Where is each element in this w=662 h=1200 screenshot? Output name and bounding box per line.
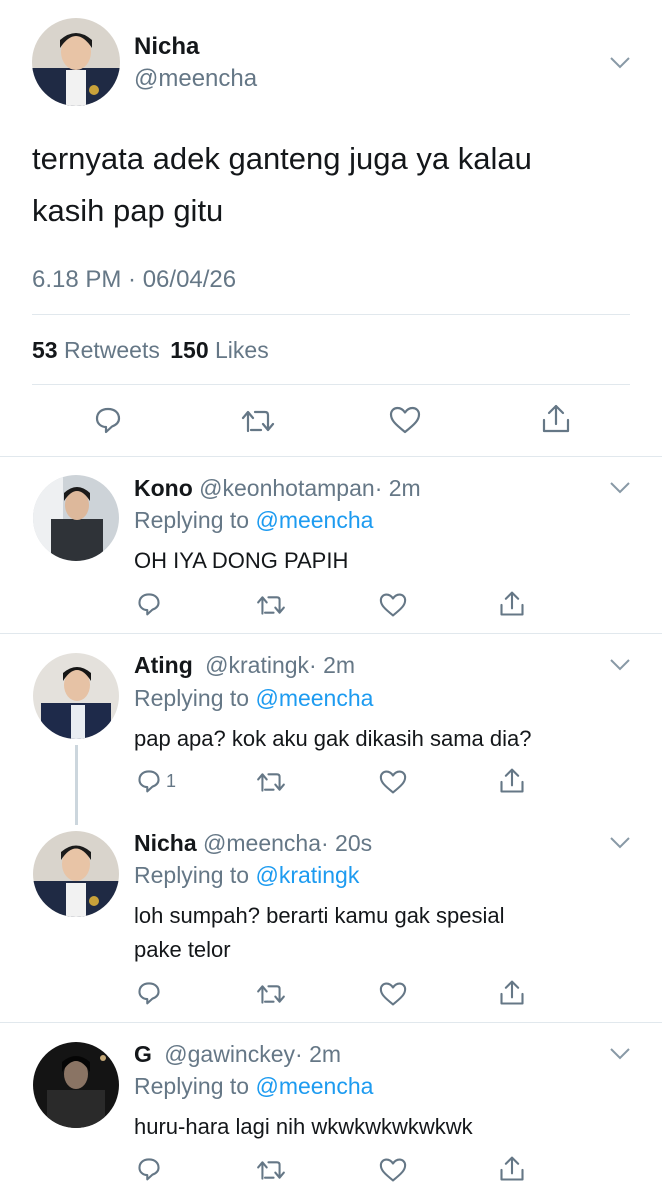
like-icon[interactable]: [379, 769, 407, 795]
thread-line: [75, 745, 78, 825]
reply-icon[interactable]: [136, 591, 162, 617]
likes-label[interactable]: Likes: [215, 337, 269, 363]
reply-author-handle[interactable]: @kratingk: [205, 652, 309, 678]
divider: [32, 314, 630, 315]
reply-header: G @gawinckey· 2m: [134, 1041, 341, 1068]
retweet-icon[interactable]: [256, 593, 286, 617]
replying-to-prefix: Replying to: [134, 862, 250, 888]
replying-to-prefix: Replying to: [134, 507, 250, 533]
retweets-label[interactable]: Retweets: [64, 337, 160, 363]
replying-to-handle[interactable]: @meencha: [255, 685, 373, 711]
replying-to: Replying to @meencha: [134, 507, 373, 534]
chevron-down-icon[interactable]: [609, 481, 631, 495]
avatar[interactable]: [33, 831, 119, 917]
retweets-count[interactable]: 53: [32, 337, 58, 363]
reply-author-name[interactable]: Nicha: [134, 830, 197, 856]
like-icon[interactable]: [379, 981, 407, 1007]
share-icon[interactable]: [498, 979, 526, 1007]
reply-text: huru-hara lagi nih wkwkwkwkwkwk: [134, 1114, 473, 1139]
tweet-text-line1: ternyata adek ganteng juga ya kalau: [32, 141, 532, 176]
author-handle[interactable]: @meencha: [134, 65, 257, 93]
reply-time[interactable]: · 20s: [321, 830, 372, 856]
replying-to-prefix: Replying to: [134, 685, 250, 711]
replying-to-handle[interactable]: @kratingk: [255, 862, 359, 888]
reply-text-line2: pake telor: [134, 937, 231, 962]
share-icon[interactable]: [498, 767, 526, 795]
reply-header: Kono @keonhotampan· 2m: [134, 475, 421, 502]
reply-text: pap apa? kok aku gak dikasih sama dia?: [134, 726, 532, 751]
reply-time[interactable]: · 2m: [295, 1041, 341, 1067]
reply-header: Nicha @meencha· 20s: [134, 830, 372, 857]
chevron-down-icon[interactable]: [609, 836, 631, 850]
divider: [0, 1022, 662, 1023]
divider: [32, 384, 630, 385]
likes-count[interactable]: 150: [170, 337, 208, 363]
like-icon[interactable]: [379, 1157, 407, 1183]
reply-text: OH IYA DONG PAPIH: [134, 548, 349, 573]
reply-icon[interactable]: [93, 405, 123, 435]
reply-count[interactable]: 1: [166, 771, 176, 792]
reply-header: Ating @kratingk· 2m: [134, 652, 355, 679]
share-icon[interactable]: [498, 590, 526, 618]
reply-author-name[interactable]: Kono: [134, 475, 193, 501]
reply-time[interactable]: · 2m: [309, 652, 355, 678]
chevron-down-icon[interactable]: [609, 658, 631, 672]
tweet-timestamp[interactable]: 6.18 PM · 06/04/26: [32, 266, 236, 294]
share-icon[interactable]: [540, 403, 572, 435]
avatar[interactable]: [33, 475, 119, 561]
reply-text-line1: loh sumpah? berarti kamu gak spesial: [134, 903, 505, 928]
divider: [0, 633, 662, 634]
chevron-down-icon[interactable]: [609, 1047, 631, 1061]
reply-time[interactable]: · 2m: [375, 475, 421, 501]
divider: [0, 456, 662, 457]
retweet-icon[interactable]: [256, 770, 286, 794]
chevron-down-icon[interactable]: [609, 56, 631, 70]
avatar[interactable]: [33, 1042, 119, 1128]
retweet-icon[interactable]: [256, 1158, 286, 1182]
replying-to-prefix: Replying to: [134, 1073, 250, 1099]
share-icon[interactable]: [498, 1155, 526, 1183]
reply-author-handle[interactable]: @meencha: [203, 830, 321, 856]
like-icon[interactable]: [379, 592, 407, 618]
replying-to-handle[interactable]: @meencha: [255, 1073, 373, 1099]
reply-author-name[interactable]: Ating: [134, 652, 193, 678]
reply-author-handle[interactable]: @keonhotampan: [199, 475, 375, 501]
tweet-stats: 53 Retweets 150 Likes: [32, 337, 269, 364]
replying-to: Replying to @meencha: [134, 1073, 373, 1100]
like-icon[interactable]: [389, 405, 421, 435]
replying-to: Replying to @kratingk: [134, 862, 359, 889]
reply-icon[interactable]: [136, 980, 162, 1006]
replying-to-handle[interactable]: @meencha: [255, 507, 373, 533]
retweet-icon[interactable]: [241, 407, 275, 435]
reply-author-handle[interactable]: @gawinckey: [164, 1041, 295, 1067]
replying-to: Replying to @meencha: [134, 685, 373, 712]
reply-icon[interactable]: [136, 1156, 162, 1182]
avatar[interactable]: [32, 18, 120, 106]
retweet-icon[interactable]: [256, 982, 286, 1006]
avatar[interactable]: [33, 653, 119, 739]
tweet-text-line2: kasih pap gitu: [32, 193, 224, 228]
reply-author-name[interactable]: G: [134, 1041, 152, 1067]
author-name[interactable]: Nicha: [134, 33, 199, 61]
reply-icon[interactable]: [136, 768, 162, 794]
